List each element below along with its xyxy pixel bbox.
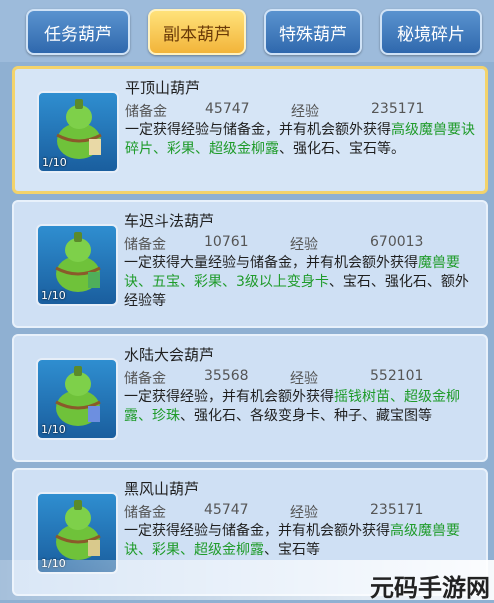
tab-dungeon-gourd[interactable]: 副本葫芦 [148,9,246,55]
exp-label: 经验 [290,371,318,387]
tab-secret-fragment[interactable]: 秘境碎片 [380,9,482,55]
item-count: 1/10 [41,423,66,436]
gourd-icon [55,232,101,292]
item-count: 1/10 [41,289,66,302]
reserve-label: 储备金 [124,505,166,521]
exp-value: 235171 [370,502,424,518]
gourd-icon [55,366,101,426]
exp-label: 经验 [290,237,318,253]
reserve-label: 储备金 [124,237,166,253]
gourd-item-icon: 1/10 [36,358,118,440]
item-name: 车迟斗法葫芦 [124,212,215,230]
item-description: 一定获得大量经验与储备金，并有机会额外获得魔兽要诀、五宝、彩果、3级以上变身卡、… [124,255,469,309]
tab-bar: 任务葫芦 副本葫芦 特殊葫芦 秘境碎片 [0,0,494,62]
gourd-item-icon: 1/10 [36,224,118,306]
tab-task-gourd[interactable]: 任务葫芦 [26,9,130,55]
item-name: 黑风山葫芦 [124,480,200,498]
reserve-value: 10761 [204,234,249,250]
reserve-value: 45747 [205,101,250,117]
list-item[interactable]: 1/10 车迟斗法葫芦 储备金 10761 经验 670013 一定获得大量经验… [12,200,488,328]
list-item[interactable]: 1/10 水陆大会葫芦 储备金 35568 经验 552101 一定获得经验，并… [12,334,488,462]
exp-value: 552101 [370,368,424,384]
exp-label: 经验 [290,505,318,521]
gourd-icon [56,99,102,159]
item-description: 一定获得经验与储备金，并有机会额外获得高级魔兽要诀碎片、彩果、超级金柳露、强化石… [125,122,475,157]
tab-special-gourd[interactable]: 特殊葫芦 [264,9,362,55]
gourd-icon [55,500,101,560]
item-description: 一定获得经验与储备金，并有机会额外获得高级魔兽要诀、彩果、超级金柳露、宝石等 [124,523,460,558]
gourd-item-icon: 1/10 [37,91,119,173]
item-name: 水陆大会葫芦 [124,346,215,364]
exp-value: 235171 [371,101,425,117]
reserve-label: 储备金 [124,371,166,387]
exp-label: 经验 [291,104,319,120]
exp-value: 670013 [370,234,424,250]
item-name: 平顶山葫芦 [125,79,201,97]
gourd-list[interactable]: 1/10 平顶山葫芦 储备金 45747 经验 235171 一定获得经验与储备… [0,62,494,600]
reserve-label: 储备金 [125,104,167,120]
item-description: 一定获得经验，并有机会额外获得摇钱树苗、超级金柳露、珍珠、强化石、各级变身卡、种… [124,389,460,424]
reserve-value: 35568 [204,368,249,384]
reserve-value: 45747 [204,502,249,518]
item-count: 1/10 [42,156,67,169]
watermark-text: 元码手游网 [370,574,490,602]
list-item[interactable]: 1/10 平顶山葫芦 储备金 45747 经验 235171 一定获得经验与储备… [12,66,488,194]
